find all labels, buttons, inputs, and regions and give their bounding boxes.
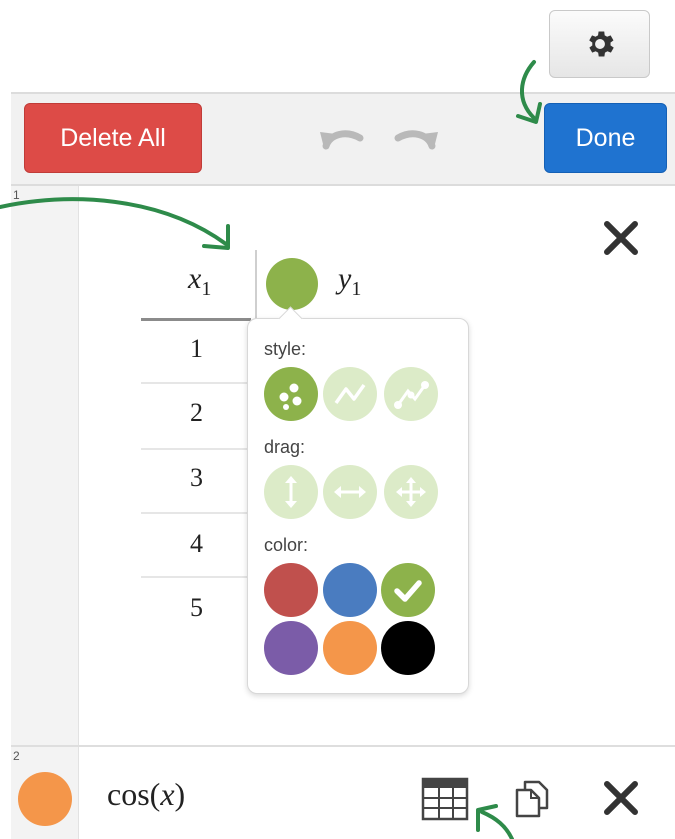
drag-horizontal-option[interactable]	[323, 465, 377, 519]
expression-index: 1	[13, 188, 20, 202]
delete-all-button[interactable]: Delete All	[24, 103, 202, 173]
undo-icon[interactable]	[316, 120, 368, 156]
points-line-icon	[394, 381, 429, 409]
horizontal-arrows-icon	[334, 486, 366, 498]
color-swatch-black[interactable]	[381, 621, 435, 675]
color-swatch-purple[interactable]	[264, 621, 318, 675]
expression-index: 2	[13, 749, 20, 763]
delete-expression-icon[interactable]	[601, 778, 641, 818]
done-button[interactable]: Done	[544, 103, 667, 173]
drag-both-option[interactable]	[384, 465, 438, 519]
drag-vertical-option[interactable]	[264, 465, 318, 519]
points-and-line-style-option[interactable]	[384, 367, 438, 421]
table-header-underline	[141, 318, 251, 321]
gear-icon	[588, 31, 614, 57]
popover-arrow	[278, 306, 303, 331]
column-divider	[255, 250, 257, 320]
table-cell[interactable]: 5	[190, 593, 203, 623]
table-icon[interactable]	[421, 777, 469, 821]
move-arrows-icon	[396, 477, 426, 507]
line-style-option[interactable]	[323, 367, 377, 421]
expression-separator	[11, 745, 675, 747]
table-row-line	[141, 448, 251, 450]
expression-gutter: 2	[11, 747, 79, 839]
color-swatch-green[interactable]	[381, 563, 435, 617]
points-style-option[interactable]	[264, 367, 318, 421]
table-header-y[interactable]: y1	[338, 262, 361, 301]
color-swatch-red[interactable]	[264, 563, 318, 617]
expression-gutter: 1	[11, 186, 79, 746]
duplicate-icon[interactable]	[511, 776, 553, 820]
color-swatch-blue[interactable]	[323, 563, 377, 617]
points-icon	[279, 383, 302, 410]
table-row-line	[141, 512, 251, 514]
table-row-line	[141, 576, 251, 578]
table-cell[interactable]: 2	[190, 398, 203, 428]
checkmark-icon	[394, 580, 422, 602]
annotation-arrow-table	[476, 804, 514, 839]
style-label: style:	[264, 339, 307, 359]
table-cell[interactable]: 3	[190, 463, 203, 493]
table-header-x[interactable]: x1	[188, 262, 211, 301]
color-label: color:	[264, 535, 309, 555]
vertical-arrows-icon	[285, 476, 297, 508]
color-swatch-orange[interactable]	[323, 621, 377, 675]
delete-expression-icon[interactable]	[601, 218, 641, 258]
column-color-swatch[interactable]	[266, 258, 318, 310]
table-cell[interactable]: 1	[190, 334, 203, 364]
redo-icon[interactable]	[390, 120, 442, 156]
expression-input[interactable]: cos(x)	[107, 776, 185, 813]
table-cell[interactable]: 4	[190, 529, 203, 559]
drag-label: drag:	[264, 437, 306, 457]
expression-color-swatch[interactable]	[18, 772, 72, 826]
line-icon	[334, 383, 366, 405]
table-row-line	[141, 382, 251, 384]
style-popover: style: drag: color:	[247, 306, 469, 694]
settings-button[interactable]	[549, 10, 650, 78]
